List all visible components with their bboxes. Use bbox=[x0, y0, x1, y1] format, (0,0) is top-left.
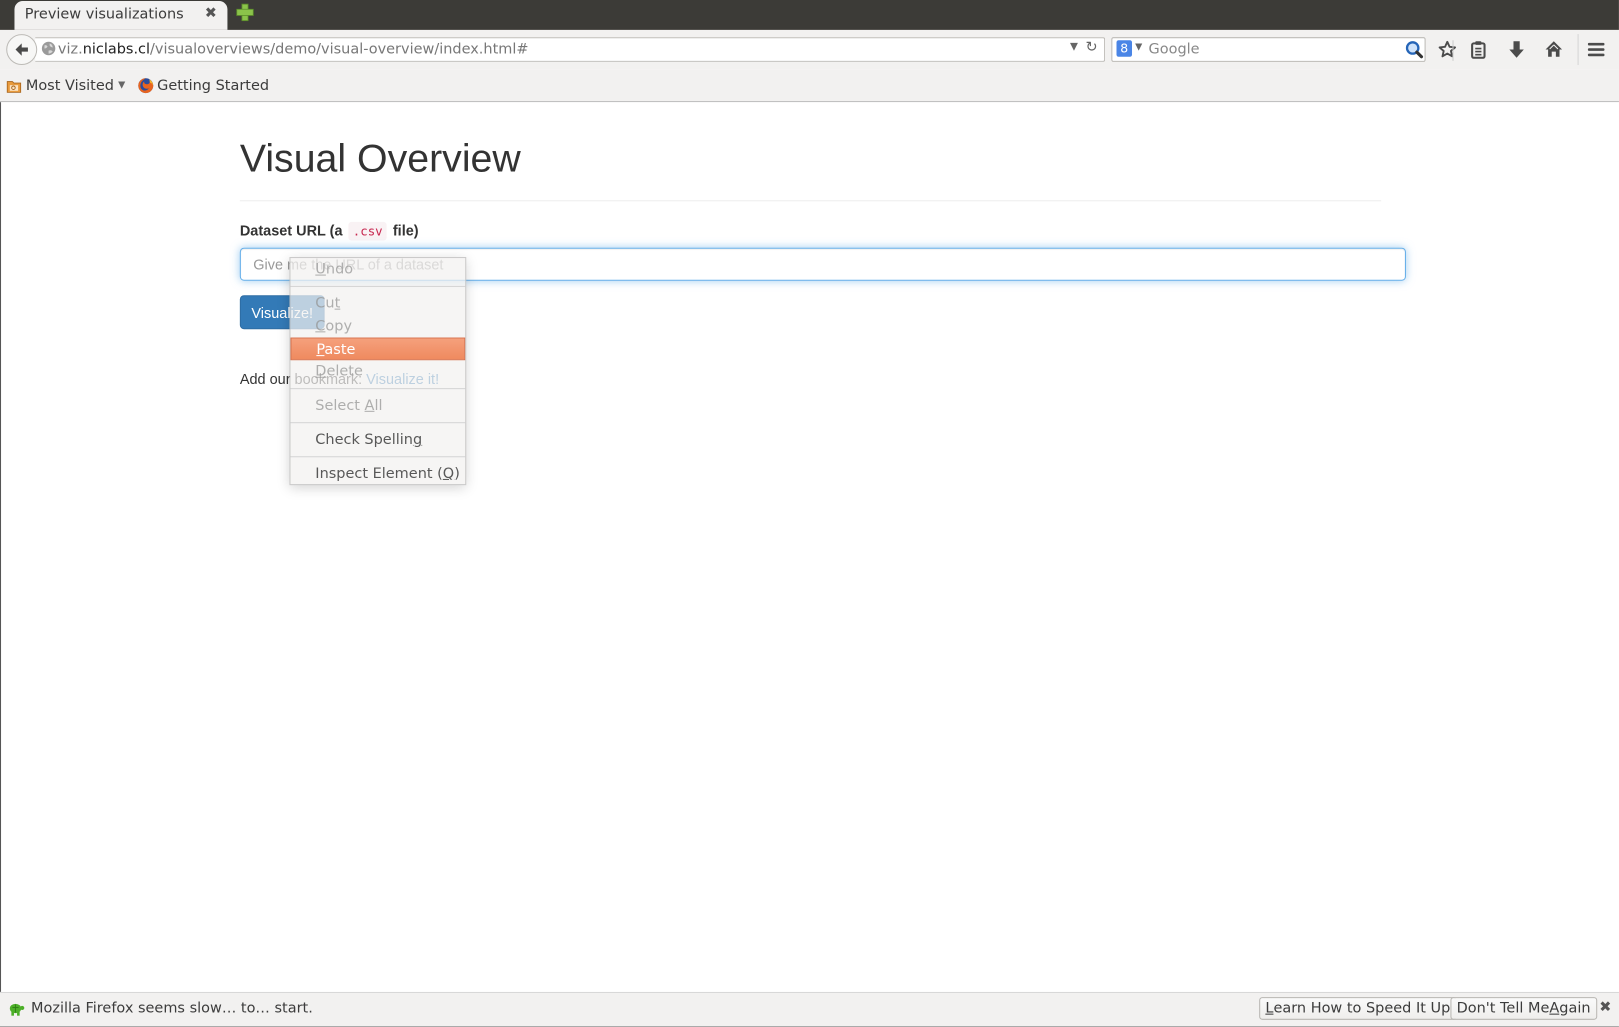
menu-item-label: ll bbox=[374, 397, 383, 414]
home-icon[interactable] bbox=[1542, 38, 1565, 61]
dataset-url-label: Dataset URL (a .csv file) bbox=[239, 221, 419, 241]
menu-item-label: aste bbox=[324, 341, 356, 359]
notification-message: Mozilla Firefox seems slow… to… start. bbox=[31, 1000, 313, 1017]
access-key: L bbox=[1265, 1000, 1274, 1017]
page-title: Visual Overview bbox=[239, 137, 521, 181]
access-key: D bbox=[315, 363, 327, 380]
menu-item-label: ) bbox=[454, 465, 460, 483]
csv-code: .csv bbox=[348, 221, 387, 241]
search-input[interactable]: Google bbox=[1149, 41, 1200, 58]
firefox-icon bbox=[138, 78, 154, 94]
tab-preview-visualizations[interactable]: Preview visualizations ✖ bbox=[14, 1, 228, 30]
menu-item-label: Select bbox=[315, 397, 365, 414]
address-bar[interactable]: viz.niclabs.cl/visualoverviews/demo/visu… bbox=[35, 37, 1106, 62]
access-key: A bbox=[364, 397, 375, 414]
menu-item-label: Check Spellin bbox=[315, 431, 413, 448]
bookmark-star-icon[interactable] bbox=[1436, 38, 1459, 61]
reading-list-icon[interactable] bbox=[1467, 38, 1490, 61]
navigation-toolbar: viz.niclabs.cl/visualoverviews/demo/visu… bbox=[0, 29, 1619, 70]
menu-separator bbox=[290, 456, 466, 458]
url-text[interactable]: viz.niclabs.cl/visualoverviews/demo/visu… bbox=[58, 41, 529, 58]
url-path: /visualoverviews/demo/visual-overview/in… bbox=[150, 41, 529, 58]
globe-icon bbox=[41, 41, 56, 56]
slow-startup-notification: Mozilla Firefox seems slow… to… start. L… bbox=[0, 991, 1619, 1027]
chevron-down-icon: ▼ bbox=[118, 80, 126, 91]
url-host-domain: niclabs.cl bbox=[82, 41, 151, 58]
menu-separator bbox=[290, 388, 466, 390]
menu-item-label: elete bbox=[326, 363, 363, 380]
button-label: gain bbox=[1559, 1000, 1591, 1017]
back-arrow-icon bbox=[15, 43, 28, 56]
label-suffix: file) bbox=[392, 221, 419, 239]
bookmark-label: Most Visited bbox=[25, 77, 114, 94]
menu-item-undo[interactable]: Undo bbox=[290, 258, 465, 281]
tab-title: Preview visualizations bbox=[24, 6, 184, 23]
toolbar-separator bbox=[1452, 40, 1454, 61]
access-key: t bbox=[334, 295, 341, 312]
menu-separator bbox=[290, 285, 466, 287]
menu-item-label: Inspect Element ( bbox=[315, 465, 443, 483]
engine-dropdown-icon[interactable]: ▼ bbox=[1135, 42, 1142, 52]
google-engine-icon[interactable]: 8 bbox=[1116, 40, 1133, 57]
url-host-prefix: viz. bbox=[57, 41, 83, 58]
bookmark-getting-started[interactable]: Getting Started bbox=[137, 76, 269, 95]
reload-icon[interactable]: ↻ bbox=[1085, 39, 1097, 56]
back-button[interactable] bbox=[6, 34, 38, 66]
search-icon[interactable] bbox=[1405, 40, 1424, 59]
access-key: Q bbox=[442, 465, 455, 483]
bookmarks-toolbar: Most Visited ▼ Getting Started bbox=[0, 69, 1619, 103]
page-content: Visual Overview Dataset URL (a .csv file… bbox=[0, 102, 1619, 992]
search-bar[interactable]: 8 ▼ Google bbox=[1111, 37, 1426, 62]
tab-strip: Preview visualizations ✖ bbox=[0, 0, 1619, 30]
menu-separator bbox=[290, 422, 466, 424]
menu-item-select-all[interactable]: Select All bbox=[290, 394, 465, 417]
menu-item-inspect-element[interactable]: Inspect Element (Q) bbox=[290, 462, 465, 485]
turtle-icon bbox=[9, 1003, 25, 1016]
plus-icon bbox=[236, 3, 254, 22]
access-key: U bbox=[315, 261, 326, 278]
menu-icon[interactable] bbox=[1585, 38, 1608, 61]
url-history-dropdown-icon[interactable]: ▼ bbox=[1070, 41, 1078, 52]
menu-item-label: Cu bbox=[315, 295, 335, 312]
menu-item-label: opy bbox=[325, 317, 353, 335]
new-tab-button[interactable] bbox=[236, 3, 255, 24]
menu-item-label: ndo bbox=[325, 261, 354, 278]
button-label: earn How to Speed It Up bbox=[1273, 1000, 1451, 1017]
access-key: g bbox=[412, 431, 423, 448]
menu-item-delete[interactable]: Delete bbox=[290, 360, 465, 383]
close-tab-icon[interactable]: ✖ bbox=[205, 5, 217, 22]
folder-icon bbox=[6, 80, 22, 93]
learn-how-to-speed-it-up-button[interactable]: Learn How to Speed It Up bbox=[1259, 997, 1457, 1020]
toolbar-separator bbox=[1577, 34, 1579, 66]
label-prefix: Dataset URL (a bbox=[239, 221, 343, 239]
menu-item-cut[interactable]: Cut bbox=[290, 292, 465, 315]
title-divider bbox=[239, 200, 1382, 202]
close-notification-icon[interactable]: ✖ bbox=[1599, 999, 1611, 1016]
menu-item-copy[interactable]: Copy bbox=[290, 315, 465, 338]
dont-tell-me-again-button[interactable]: Don't Tell Me Again bbox=[1450, 997, 1597, 1020]
bookmark-most-visited[interactable]: Most Visited ▼ bbox=[6, 76, 125, 95]
access-key: A bbox=[1549, 1000, 1560, 1017]
downloads-icon[interactable] bbox=[1505, 38, 1528, 61]
button-label: Don't Tell Me bbox=[1456, 1000, 1550, 1017]
access-key: C bbox=[315, 317, 326, 335]
menu-item-check-spelling[interactable]: Check Spelling bbox=[290, 428, 465, 451]
bookmark-label: Getting Started bbox=[157, 77, 270, 94]
menu-item-paste[interactable]: Paste bbox=[290, 337, 466, 361]
access-key: P bbox=[316, 341, 325, 359]
context-menu: Undo Cut Copy Paste Delete Select All Ch… bbox=[289, 257, 467, 486]
